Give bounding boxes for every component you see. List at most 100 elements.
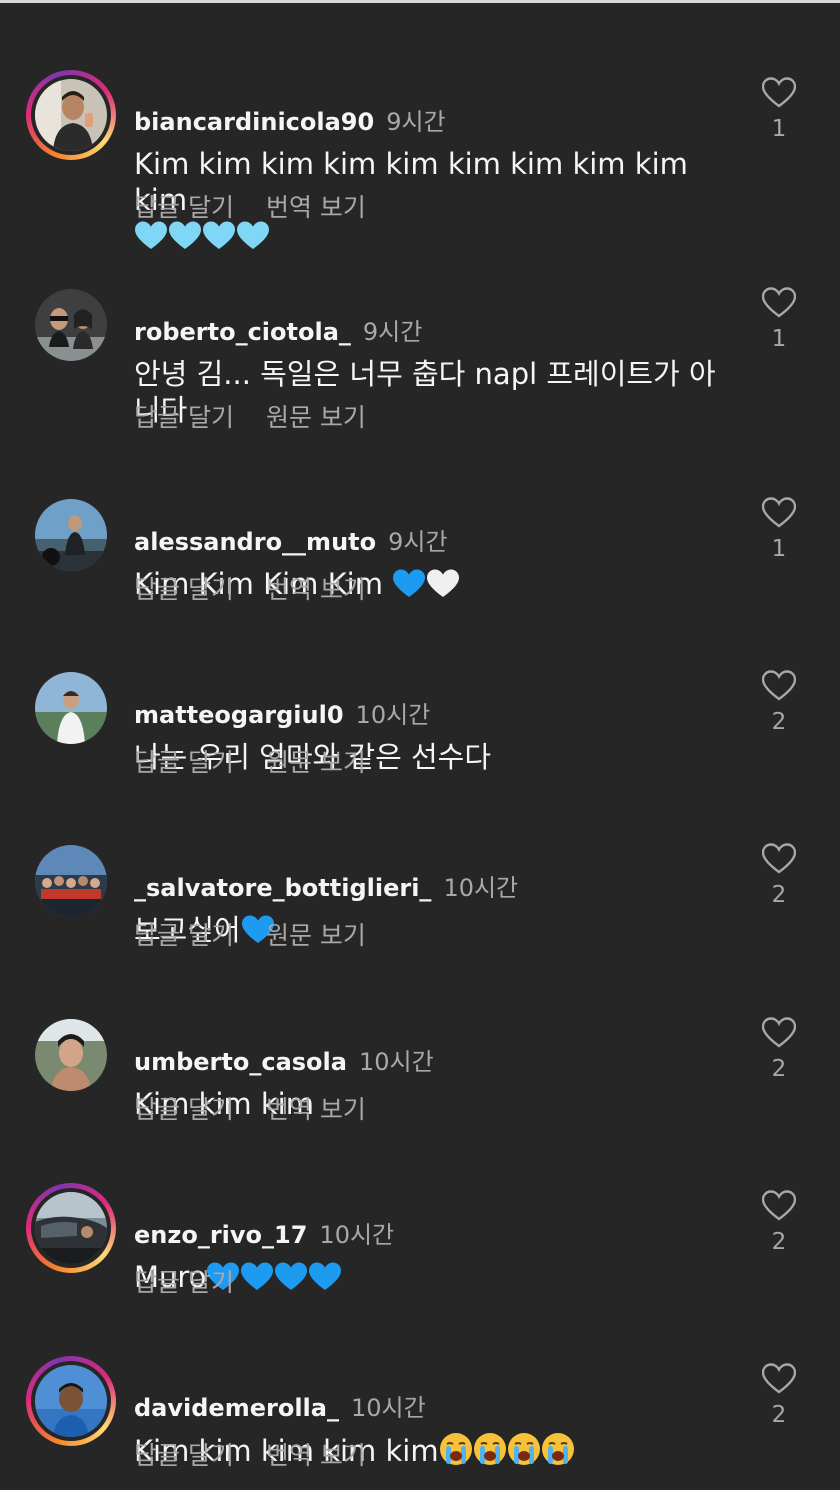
reply-button[interactable]: 답글 달기 xyxy=(134,1441,234,1470)
heart-outline-icon[interactable] xyxy=(762,76,796,108)
reply-button[interactable]: 답글 달기 xyxy=(134,1268,234,1297)
like-count: 2 xyxy=(771,709,787,735)
loudly-crying-face-icon xyxy=(439,1433,472,1465)
comment-actions: 답글 달기 번역 보기 xyxy=(134,570,366,606)
comment-timestamp: 9시간 xyxy=(362,318,423,346)
white-heart-icon xyxy=(427,569,460,597)
username-label[interactable]: biancardinicola90 xyxy=(134,108,374,136)
light-blue-heart-icon xyxy=(135,221,167,249)
see-translation-button[interactable]: 번역 보기 xyxy=(266,575,366,604)
comment-item: matteogargiul0 10시간 나는 우리 엄마와 같은 선수다 답글 달… xyxy=(0,639,840,809)
avatar[interactable] xyxy=(26,280,116,370)
see-translation-button[interactable]: 번역 보기 xyxy=(266,193,366,222)
like-count: 2 xyxy=(771,1056,787,1082)
like-button[interactable]: 2 xyxy=(760,1016,798,1082)
username-label[interactable]: umberto_casola xyxy=(134,1048,347,1076)
like-button[interactable]: 2 xyxy=(760,1189,798,1255)
comment-username[interactable]: matteogargiul0 10시간 xyxy=(134,695,430,730)
like-button[interactable]: 1 xyxy=(760,286,798,352)
avatar[interactable] xyxy=(26,1183,116,1273)
username-label[interactable]: _salvatore_bottiglieri_ xyxy=(134,874,431,902)
see-translation-button[interactable]: 번역 보기 xyxy=(266,1441,366,1470)
emoji-row xyxy=(134,219,270,253)
like-button[interactable]: 1 xyxy=(760,496,798,562)
avatar[interactable] xyxy=(26,70,116,160)
comment-item: roberto_ciotola_ 9시간 안녕 김... 독일은 너무 춥다 na… xyxy=(0,256,840,432)
username-label[interactable]: alessandro__muto xyxy=(134,528,376,556)
comment-item: enzo_rivo_17 10시간 Muro 답글 달기 2 xyxy=(0,1159,840,1329)
blue-heart-icon xyxy=(309,1262,342,1290)
comment-username[interactable]: enzo_rivo_17 10시간 xyxy=(134,1215,394,1250)
comment-timestamp: 10시간 xyxy=(350,1394,426,1422)
top-divider xyxy=(0,0,840,3)
like-button[interactable]: 2 xyxy=(760,669,798,735)
comment-actions: 답글 달기 번역 보기 xyxy=(134,1090,366,1126)
see-translation-button[interactable]: 번역 보기 xyxy=(266,1095,366,1124)
comment-username[interactable]: alessandro__muto 9시간 xyxy=(134,522,448,557)
comment-actions: 답글 달기 원문 보기 xyxy=(134,916,366,952)
comment-item: umberto_casola 10시간 Kim kim kim 답글 달기 번역 보… xyxy=(0,986,840,1156)
like-count: 2 xyxy=(771,1229,787,1255)
comment-username[interactable]: davidemerolla_ 10시간 xyxy=(134,1388,426,1423)
reply-button[interactable]: 답글 달기 xyxy=(134,193,234,222)
like-count: 2 xyxy=(771,1402,787,1428)
comment-item: davidemerolla_ 10시간 Kim kim kim kim kim 답… xyxy=(0,1332,840,1490)
username-label[interactable]: davidemerolla_ xyxy=(134,1394,339,1422)
loudly-crying-face-icon xyxy=(473,1433,506,1465)
like-count: 2 xyxy=(771,882,787,908)
see-original-button[interactable]: 원문 보기 xyxy=(266,748,366,777)
heart-outline-icon[interactable] xyxy=(762,1016,796,1048)
username-label[interactable]: enzo_rivo_17 xyxy=(134,1221,307,1249)
comment-username[interactable]: _salvatore_bottiglieri_ 10시간 xyxy=(134,868,518,903)
comment-timestamp: 10시간 xyxy=(358,1048,434,1076)
like-count: 1 xyxy=(771,536,787,562)
comment-actions: 답글 달기 원문 보기 xyxy=(134,398,366,434)
reply-button[interactable]: 답글 달기 xyxy=(134,1095,234,1124)
comment-actions: 답글 달기 원문 보기 xyxy=(134,743,366,779)
comment-item: _salvatore_bottiglieri_ 10시간 보고싶어 답글 달기 원문… xyxy=(0,812,840,982)
comment-timestamp: 10시간 xyxy=(355,701,431,729)
avatar[interactable] xyxy=(26,836,116,926)
avatar[interactable] xyxy=(26,1010,116,1100)
see-original-button[interactable]: 원문 보기 xyxy=(266,403,366,432)
light-blue-heart-icon xyxy=(169,221,201,249)
comment-timestamp: 9시간 xyxy=(388,528,448,556)
like-button[interactable]: 2 xyxy=(760,842,798,908)
heart-outline-icon[interactable] xyxy=(762,286,796,318)
comment-username[interactable]: roberto_ciotola_ 9시간 xyxy=(134,312,422,347)
comment-username[interactable]: biancardinicola90 9시간 xyxy=(134,102,446,137)
heart-outline-icon[interactable] xyxy=(762,496,796,528)
blue-heart-icon xyxy=(241,1262,274,1290)
username-label[interactable]: roberto_ciotola_ xyxy=(134,318,351,346)
like-button[interactable]: 1 xyxy=(760,76,798,142)
reply-button[interactable]: 답글 달기 xyxy=(134,575,234,604)
comment-item: biancardinicola90 9시간 Kim kim kim kim kim… xyxy=(0,46,840,249)
blue-heart-icon xyxy=(393,569,426,597)
comment-actions: 답글 달기 번역 보기 xyxy=(134,188,366,224)
like-count: 1 xyxy=(771,116,787,142)
light-blue-heart-icon xyxy=(203,221,235,249)
heart-outline-icon[interactable] xyxy=(762,1362,796,1394)
comment-actions: 답글 달기 xyxy=(134,1263,234,1299)
avatar[interactable] xyxy=(26,490,116,580)
heart-outline-icon[interactable] xyxy=(762,842,796,874)
comment-actions: 답글 달기 번역 보기 xyxy=(134,1436,366,1472)
like-button[interactable]: 2 xyxy=(760,1362,798,1428)
like-count: 1 xyxy=(771,326,787,352)
blue-heart-icon xyxy=(275,1262,308,1290)
avatar[interactable] xyxy=(26,663,116,753)
username-label[interactable]: matteogargiul0 xyxy=(134,701,344,729)
reply-button[interactable]: 답글 달기 xyxy=(134,403,234,432)
comment-username[interactable]: umberto_casola 10시간 xyxy=(134,1042,434,1077)
avatar[interactable] xyxy=(26,1356,116,1446)
reply-button[interactable]: 답글 달기 xyxy=(134,748,234,777)
loudly-crying-face-icon xyxy=(507,1433,540,1465)
loudly-crying-face-icon xyxy=(541,1433,574,1465)
light-blue-heart-icon xyxy=(237,221,269,249)
see-original-button[interactable]: 원문 보기 xyxy=(266,921,366,950)
comment-item: alessandro__muto 9시간 Kim Kim Kim Kim 답글 달… xyxy=(0,466,840,636)
comment-timestamp: 10시간 xyxy=(443,874,519,902)
heart-outline-icon[interactable] xyxy=(762,669,796,701)
reply-button[interactable]: 답글 달기 xyxy=(134,921,234,950)
heart-outline-icon[interactable] xyxy=(762,1189,796,1221)
